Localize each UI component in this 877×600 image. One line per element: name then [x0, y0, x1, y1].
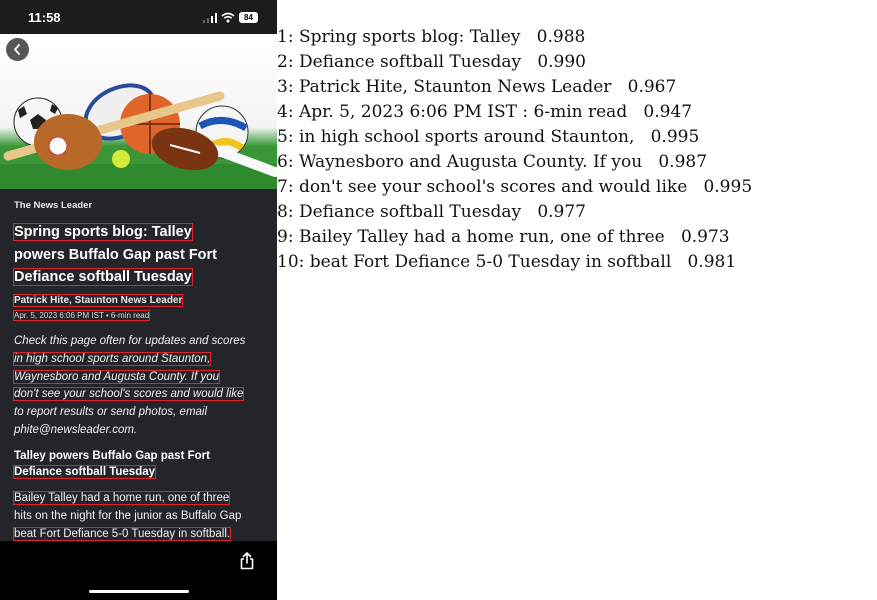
ocr-result-line: 1: Spring sports blog: Talley 0.988	[277, 27, 586, 47]
home-indicator[interactable]	[89, 590, 189, 593]
ocr-results-list: 1: Spring sports blog: Talley 0.988 2: De…	[277, 26, 752, 276]
back-button[interactable]	[6, 38, 29, 61]
ocr-result-line: 5: in high school sports around Staunton…	[277, 127, 700, 147]
body-line: hits on the night for the junior as Buff…	[14, 509, 242, 522]
article-dateline: Apr. 5, 2023 6:06 PM IST • 6-min read	[12, 310, 151, 321]
intro-line: Waynesboro and Augusta County. If you	[13, 369, 220, 384]
headline-line: powers Buffalo Gap past Fort	[14, 246, 218, 263]
article-subhead: Talley powers Buffalo Gap past Fort Defi…	[12, 449, 254, 480]
subhead-line: Talley powers Buffalo Gap past Fort	[14, 450, 210, 462]
bottom-toolbar	[0, 541, 277, 600]
phone-screenshot: 11:58 84 The News Leader Spring sports b…	[0, 0, 277, 600]
ocr-result-line: 9: Bailey Talley had a home run, one of …	[277, 227, 730, 247]
intro-line: phite@newsleader.com.	[14, 423, 138, 436]
ocr-results-panel: 1: Spring sports blog: Talley 0.988 2: De…	[277, 0, 877, 600]
body-line: beat Fort Defiance 5-0 Tuesday in softba…	[12, 526, 232, 541]
headline-line: Defiance softball Tuesday	[13, 268, 193, 286]
share-icon[interactable]	[239, 552, 255, 570]
article-intro: Check this page often for updates and sc…	[12, 333, 266, 440]
body-line: Bailey Talley had a home run, one of thr…	[12, 491, 231, 505]
battery-icon: 84	[239, 12, 258, 23]
status-bar: 11:58 84	[0, 0, 277, 34]
ocr-result-line: 7: don't see your school's scores and wo…	[277, 177, 753, 197]
article-content: The News Leader Spring sports blog: Tall…	[0, 189, 277, 541]
hero-image	[0, 34, 277, 189]
article-headline: Spring sports blog: Talley powers Buffal…	[13, 221, 269, 289]
intro-line: Check this page often for updates and sc…	[14, 335, 246, 347]
article-byline: Patrick Hite, Staunton News Leader	[12, 294, 184, 307]
ocr-result-line: 2: Defiance softball Tuesday 0.990	[277, 52, 586, 72]
ocr-result-line: 8: Defiance softball Tuesday 0.977	[277, 202, 586, 222]
ocr-result-line: 3: Patrick Hite, Staunton News Leader 0.…	[277, 77, 677, 97]
intro-line: don't see your school's scores and would…	[12, 387, 245, 402]
back-icon	[13, 44, 20, 55]
wifi-icon	[221, 12, 235, 23]
status-time: 11:58	[28, 10, 61, 25]
intro-line: to report results or send photos, email	[14, 406, 208, 419]
article-body: Bailey Talley had a home run, one of thr…	[12, 490, 269, 541]
ocr-result-line: 6: Waynesboro and Augusta County. If you…	[277, 152, 708, 172]
subhead-line: Defiance softball Tuesday	[12, 464, 157, 479]
intro-line: in high school sports around Staunton,	[12, 351, 212, 366]
ocr-result-line: 10: beat Fort Defiance 5-0 Tuesday in so…	[277, 252, 737, 272]
ocr-result-line: 4: Apr. 5, 2023 6:06 PM IST : 6-min read…	[277, 102, 693, 122]
signal-icon	[203, 13, 217, 23]
headline-line: Spring sports blog: Talley	[13, 223, 193, 241]
sports-equipment-illustration	[0, 83, 277, 189]
publisher-name: The News Leader	[14, 200, 93, 211]
